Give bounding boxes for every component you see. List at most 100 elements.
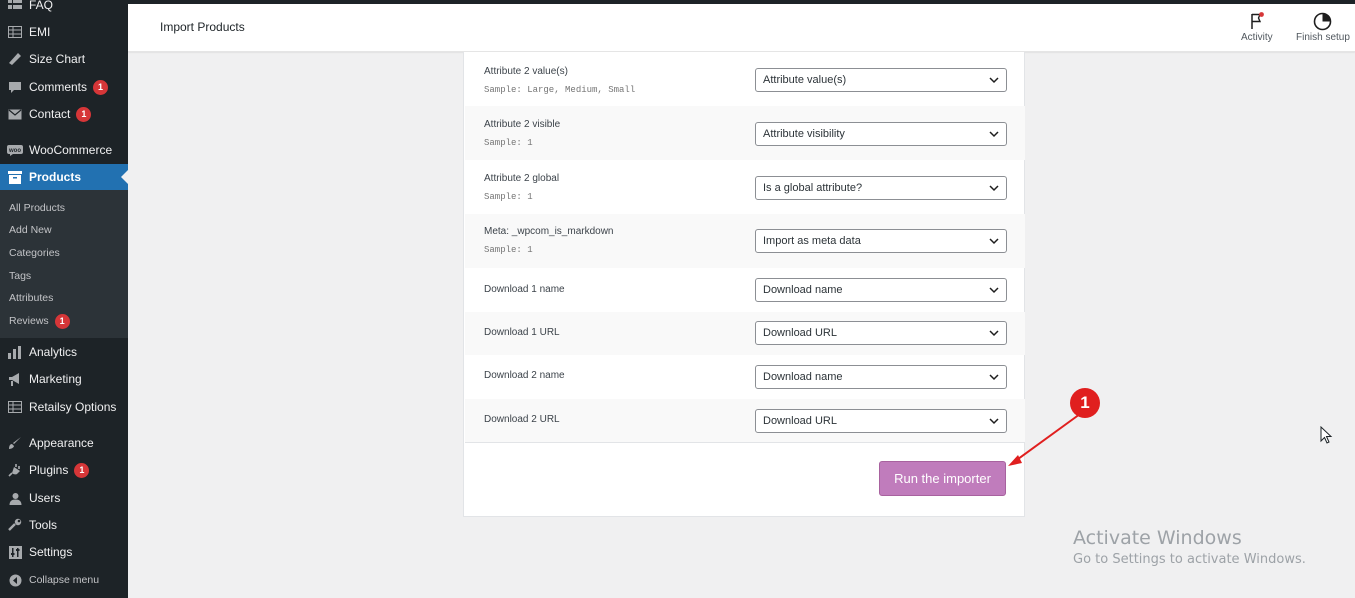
mail-icon: [7, 107, 23, 121]
comment-icon: [7, 80, 23, 94]
submenu-label: All Products: [9, 202, 66, 214]
brush-icon: [7, 436, 23, 450]
sidebar-item-label: Products: [29, 170, 82, 184]
sidebar-item-size-chart[interactable]: Size Chart: [0, 46, 128, 72]
submenu-tags[interactable]: Tags: [9, 268, 31, 284]
select-value: Download name: [763, 371, 843, 383]
products-submenu: All Products Add New Categories Tags Att…: [0, 190, 128, 338]
sidebar-item-marketing[interactable]: Marketing: [0, 366, 128, 392]
submenu-label: Add New: [9, 224, 52, 236]
select-value: Download URL: [763, 327, 837, 339]
contact-count-badge: 1: [76, 106, 92, 122]
submenu-add-new[interactable]: Add New: [9, 222, 52, 238]
archive-icon: [7, 170, 23, 184]
card-footer-divider: [465, 442, 1025, 443]
page-title: Import Products: [160, 20, 245, 34]
svg-text:woo: woo: [8, 148, 21, 154]
submenu-attributes[interactable]: Attributes: [9, 290, 53, 306]
chart-icon: [7, 345, 23, 359]
table-icon: [7, 25, 23, 39]
sidebar-item-label: Contact: [29, 107, 71, 121]
chevron-down-icon: [989, 287, 999, 294]
chevron-down-icon: [989, 131, 999, 138]
mapping-column-name: Attribute 2 visible: [484, 119, 561, 130]
collapse-menu-button[interactable]: Collapse menu: [0, 567, 128, 593]
mapping-select[interactable]: Import as meta data: [755, 229, 1007, 253]
select-value: Attribute visibility: [763, 128, 845, 140]
page-header: Import Products Activity Finish setup: [128, 4, 1355, 52]
activate-windows-subtitle: Go to Settings to activate Windows.: [1073, 552, 1306, 567]
table-icon: [7, 400, 23, 414]
submenu-reviews[interactable]: Reviews 1: [9, 313, 70, 329]
plug-icon: [7, 463, 23, 477]
sidebar-item-woocommerce[interactable]: woo WooCommerce: [0, 137, 128, 163]
chevron-down-icon: [989, 185, 999, 192]
chevron-down-icon: [989, 77, 999, 84]
sidebar-item-label: EMI: [29, 25, 51, 39]
mapping-row: Download 1 URL Download URL: [465, 312, 1025, 355]
mapping-sample: Sample: Large, Medium, Small: [484, 85, 636, 95]
sidebar-item-faq[interactable]: FAQ: [0, 0, 128, 18]
comments-count-badge: 1: [93, 79, 109, 95]
sidebar-item-emi[interactable]: EMI: [0, 19, 128, 45]
sidebar-item-analytics[interactable]: Analytics: [0, 339, 128, 365]
sidebar-item-users[interactable]: Users: [0, 485, 128, 511]
mapping-select[interactable]: Download URL: [755, 321, 1007, 345]
progress-ring-icon: [1313, 10, 1332, 32]
sidebar-item-label: Settings: [29, 545, 73, 559]
settings-icon: [7, 545, 23, 559]
submenu-label: Categories: [9, 247, 60, 259]
sidebar-item-label: FAQ: [29, 0, 54, 12]
activity-button[interactable]: Activity: [1241, 10, 1273, 43]
finish-setup-button[interactable]: Finish setup: [1296, 10, 1350, 43]
activate-windows-title: Activate Windows: [1073, 527, 1242, 549]
mapping-column-name: Meta: _wpcom_is_markdown: [484, 226, 614, 237]
mouse-cursor-icon: [1320, 426, 1333, 444]
mapping-select[interactable]: Attribute visibility: [755, 122, 1007, 146]
chevron-down-icon: [989, 418, 999, 425]
sidebar-item-contact[interactable]: Contact 1: [0, 101, 128, 127]
collapse-icon: [7, 573, 23, 587]
mapping-column-name: Download 2 URL: [484, 414, 560, 425]
submenu-all-products[interactable]: All Products: [9, 200, 65, 216]
admin-sidebar: FAQ EMI Size Chart Comments 1 Contact 1 …: [0, 0, 128, 598]
finish-setup-label: Finish setup: [1296, 32, 1350, 43]
chevron-down-icon: [989, 330, 999, 337]
sidebar-item-settings[interactable]: Settings: [0, 539, 128, 565]
activity-label: Activity: [1241, 32, 1273, 43]
sidebar-item-label: Plugins: [29, 463, 69, 477]
mapping-select[interactable]: Download URL: [755, 409, 1007, 433]
woo-icon: woo: [7, 143, 23, 157]
submenu-categories[interactable]: Categories: [9, 245, 60, 261]
select-value: Is a global attribute?: [763, 182, 863, 194]
sidebar-item-label: Analytics: [29, 345, 78, 359]
mapping-column-name: Download 2 name: [484, 370, 565, 381]
mapping-column-name: Attribute 2 value(s): [484, 66, 568, 77]
mapping-sample: Sample: 1: [484, 245, 533, 255]
sidebar-item-plugins[interactable]: Plugins 1: [0, 457, 128, 483]
submenu-label: Reviews: [9, 315, 49, 327]
run-importer-button[interactable]: Run the importer: [879, 461, 1006, 496]
select-value: Attribute value(s): [763, 74, 847, 86]
mapping-select[interactable]: Is a global attribute?: [755, 176, 1007, 200]
sidebar-item-label: Size Chart: [29, 52, 86, 66]
sidebar-item-label: Users: [29, 491, 61, 505]
mapping-row: Attribute 2 visible Sample: 1 Attribute …: [465, 106, 1025, 160]
mapping-row: Download 2 URL Download URL: [465, 399, 1025, 442]
sidebar-item-comments[interactable]: Comments 1: [0, 74, 128, 100]
sidebar-item-retailsy-options[interactable]: Retailsy Options: [0, 394, 128, 420]
flag-icon: [1249, 10, 1265, 32]
mapping-select[interactable]: Attribute value(s): [755, 68, 1007, 92]
sidebar-item-tools[interactable]: Tools: [0, 512, 128, 538]
sidebar-item-label: Collapse menu: [29, 574, 100, 586]
mapping-column-name: Attribute 2 global: [484, 173, 560, 184]
sidebar-item-products[interactable]: Products: [0, 164, 128, 190]
sidebar-item-appearance[interactable]: Appearance: [0, 430, 128, 456]
mapping-select[interactable]: Download name: [755, 365, 1007, 389]
user-icon: [7, 491, 23, 505]
sidebar-item-label: Comments: [29, 80, 88, 94]
mapping-sample: Sample: 1: [484, 192, 533, 202]
sidebar-item-label: Retailsy Options: [29, 400, 117, 414]
submenu-label: Tags: [9, 270, 32, 282]
mapping-select[interactable]: Download name: [755, 278, 1007, 302]
